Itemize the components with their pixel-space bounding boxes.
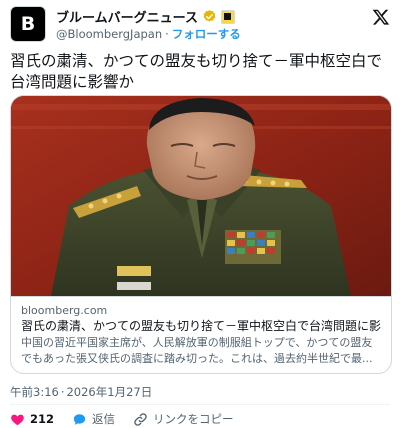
x-logo-icon[interactable] [372, 8, 390, 26]
action-bar: 212 返信 リンクをコピー [10, 410, 234, 428]
handle-row: @BloombergJapan · フォローする [56, 26, 241, 42]
link-card[interactable]: bloomberg.com 習氏の粛清、かつての盟友も切り捨て－軍中枢空白で台湾… [10, 95, 392, 374]
reply-label: 返信 [92, 412, 116, 426]
heart-icon [11, 414, 24, 425]
tweet-header: B ブルームバーグニュース @BloombergJapan · フォローする [10, 6, 390, 44]
card-image[interactable] [11, 96, 391, 296]
reply-bubble-icon [73, 413, 86, 425]
card-body[interactable]: bloomberg.com 習氏の粛清、かつての盟友も切り捨て－軍中枢空白で台湾… [11, 296, 391, 373]
account-handle[interactable]: @BloombergJapan [56, 27, 162, 41]
tweet-text: 習氏の粛清、かつての盟友も切り捨て－軍中枢空白で台湾問題に影響か [10, 52, 383, 91]
copy-link-label: リンクをコピー [153, 412, 234, 426]
follow-button[interactable]: フォローする [172, 27, 241, 41]
card-photo [11, 96, 391, 296]
timestamp-separator: · [60, 385, 65, 399]
display-name[interactable]: ブルームバーグニュース [56, 7, 198, 26]
tweet-timestamp[interactable]: 午前3:16 · 2026年1月27日 [10, 384, 152, 400]
affiliate-badge-icon[interactable] [220, 9, 235, 24]
reply-button[interactable]: 返信 [72, 411, 115, 427]
verified-badge-icon [203, 9, 216, 22]
card-description: 中国の習近平国家主席が、人民解放軍の制服組トップで、かつての盟友でもあった張又侠… [21, 336, 373, 365]
like-count: 212 [30, 412, 55, 426]
name-row: ブルームバーグニュース [56, 7, 235, 26]
link-icon [134, 412, 147, 426]
timestamp-date: 2026年1月27日 [66, 385, 153, 399]
copy-link-button[interactable]: リンクをコピー [133, 411, 234, 427]
card-domain: bloomberg.com [21, 304, 108, 317]
avatar[interactable]: B [10, 6, 46, 42]
avatar-letter: B [20, 13, 36, 35]
timestamp-time: 午前3:16 [10, 385, 59, 399]
divider [10, 404, 390, 405]
card-title: 習氏の粛清、かつての盟友も切り捨て－軍中枢空白で台湾問題に影響か [21, 319, 381, 333]
handle-separator: · [165, 27, 169, 41]
like-button[interactable]: 212 [10, 412, 54, 427]
